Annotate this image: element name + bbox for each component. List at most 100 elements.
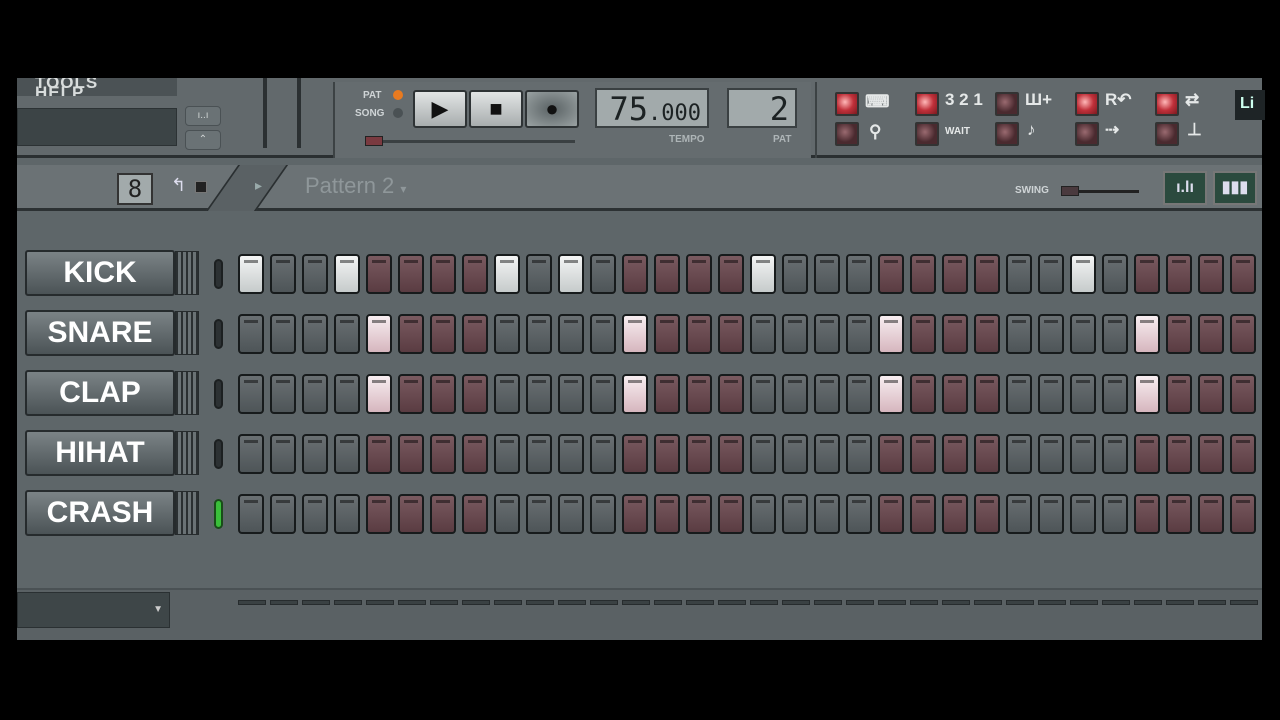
channel-button[interactable]: KICK — [25, 250, 175, 296]
envelope-icon[interactable]: ⌃ — [185, 130, 221, 150]
step-button[interactable] — [814, 374, 840, 414]
step-button[interactable] — [270, 434, 296, 474]
channel-select-led[interactable] — [214, 499, 223, 529]
step-button[interactable] — [1102, 374, 1128, 414]
step-button[interactable] — [1166, 314, 1192, 354]
step-button[interactable] — [878, 254, 904, 294]
step-button[interactable] — [654, 254, 680, 294]
channel-select-led[interactable] — [214, 379, 223, 409]
step-button[interactable] — [558, 374, 584, 414]
position-slider[interactable] — [365, 136, 575, 146]
step-button[interactable] — [846, 434, 872, 474]
step-button[interactable] — [1166, 374, 1192, 414]
step-button[interactable] — [846, 254, 872, 294]
step-button[interactable] — [302, 314, 328, 354]
step-button[interactable] — [1102, 254, 1128, 294]
step-button[interactable] — [590, 494, 616, 534]
step-button[interactable] — [942, 254, 968, 294]
step-button[interactable] — [654, 314, 680, 354]
mixer-view-icon[interactable]: ı..ı — [185, 106, 221, 126]
step-button[interactable] — [942, 374, 968, 414]
step-button[interactable] — [878, 494, 904, 534]
step-button[interactable] — [430, 314, 456, 354]
step-button[interactable] — [910, 434, 936, 474]
step-button[interactable] — [590, 314, 616, 354]
step-button[interactable] — [1166, 494, 1192, 534]
step-button[interactable] — [334, 494, 360, 534]
step-button[interactable] — [462, 314, 488, 354]
step-button[interactable] — [814, 314, 840, 354]
step-button[interactable] — [750, 254, 776, 294]
channel-select-led[interactable] — [214, 319, 223, 349]
step-through-toggle[interactable] — [1075, 122, 1099, 146]
step-button[interactable] — [494, 314, 520, 354]
blend-notes-toggle[interactable] — [1155, 92, 1179, 116]
step-edit-toggle[interactable] — [995, 92, 1019, 116]
step-button[interactable] — [238, 494, 264, 534]
step-button[interactable] — [1038, 434, 1064, 474]
step-button[interactable] — [910, 494, 936, 534]
step-button[interactable] — [494, 494, 520, 534]
step-button[interactable] — [974, 314, 1000, 354]
step-button[interactable] — [334, 434, 360, 474]
step-button[interactable] — [686, 314, 712, 354]
step-button[interactable] — [590, 434, 616, 474]
step-button[interactable] — [270, 254, 296, 294]
step-button[interactable] — [558, 314, 584, 354]
step-button[interactable] — [1038, 494, 1064, 534]
pattern-number-display[interactable]: 2 — [727, 88, 797, 128]
step-button[interactable] — [334, 374, 360, 414]
step-button[interactable] — [494, 434, 520, 474]
step-button[interactable] — [1230, 374, 1256, 414]
step-button[interactable] — [718, 314, 744, 354]
step-button[interactable] — [398, 434, 424, 474]
step-button[interactable] — [686, 374, 712, 414]
step-button[interactable] — [654, 374, 680, 414]
master-volume-slider[interactable] — [263, 78, 267, 148]
step-button[interactable] — [814, 434, 840, 474]
step-button[interactable] — [1070, 254, 1096, 294]
step-button[interactable] — [1102, 314, 1128, 354]
step-button[interactable] — [1038, 254, 1064, 294]
graph-view-button[interactable]: ı.lı — [1163, 171, 1207, 205]
step-button[interactable] — [1006, 494, 1032, 534]
play-button[interactable]: ▶ — [413, 90, 467, 128]
step-button[interactable] — [462, 254, 488, 294]
graph-editor-icon[interactable] — [195, 181, 207, 193]
step-button[interactable] — [910, 254, 936, 294]
step-button[interactable] — [622, 374, 648, 414]
step-button[interactable] — [494, 254, 520, 294]
step-button[interactable] — [1102, 434, 1128, 474]
stop-button[interactable]: ■ — [469, 90, 523, 128]
step-button[interactable] — [558, 494, 584, 534]
step-button[interactable] — [622, 254, 648, 294]
step-button[interactable] — [1006, 374, 1032, 414]
step-button[interactable] — [398, 374, 424, 414]
step-button[interactable] — [846, 494, 872, 534]
step-button[interactable] — [750, 434, 776, 474]
step-button[interactable] — [654, 494, 680, 534]
step-button[interactable] — [430, 254, 456, 294]
step-button[interactable] — [782, 434, 808, 474]
step-button[interactable] — [398, 254, 424, 294]
step-button[interactable] — [1070, 314, 1096, 354]
step-button[interactable] — [238, 434, 264, 474]
keyboard-view-button[interactable]: ▮▮▮ — [1213, 171, 1257, 205]
step-button[interactable] — [974, 254, 1000, 294]
step-button[interactable] — [462, 494, 488, 534]
countdown-toggle[interactable] — [915, 92, 939, 116]
step-button[interactable] — [974, 374, 1000, 414]
step-button[interactable] — [718, 434, 744, 474]
step-button[interactable] — [302, 434, 328, 474]
step-button[interactable] — [366, 374, 392, 414]
step-button[interactable] — [366, 434, 392, 474]
step-button[interactable] — [526, 314, 552, 354]
step-button[interactable] — [430, 494, 456, 534]
step-button[interactable] — [1070, 434, 1096, 474]
channel-select-grip[interactable] — [175, 311, 199, 355]
step-button[interactable] — [1198, 434, 1224, 474]
step-button[interactable] — [718, 494, 744, 534]
step-button[interactable] — [462, 374, 488, 414]
step-button[interactable] — [1198, 314, 1224, 354]
pattern-selector[interactable]: Pattern 2 ▾ — [305, 173, 406, 199]
